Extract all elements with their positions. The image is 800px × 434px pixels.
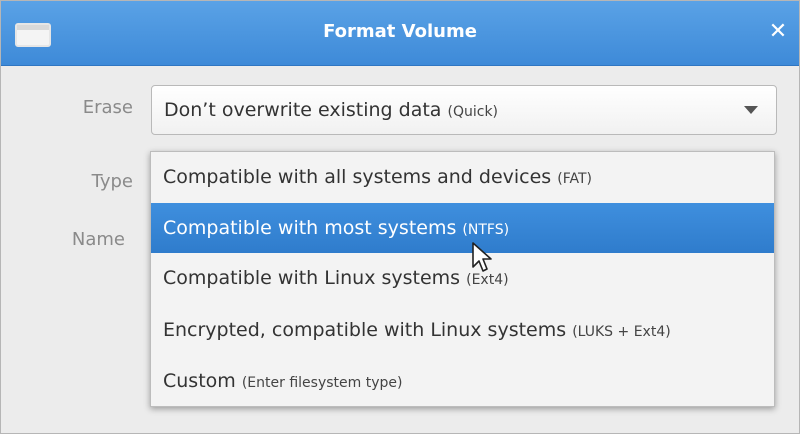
mouse-pointer-icon <box>472 242 492 272</box>
close-icon[interactable]: ✕ <box>765 19 791 45</box>
name-label: Name <box>71 229 125 250</box>
erase-label: Erase <box>82 97 133 118</box>
type-option-custom[interactable]: Custom (Enter filesystem type) <box>151 356 774 406</box>
chevron-down-icon[interactable] <box>744 106 758 114</box>
option-detail: (FAT) <box>557 171 592 187</box>
option-detail: (LUKS + Ext4) <box>572 324 671 340</box>
option-label: Compatible with most systems <box>163 217 463 239</box>
option-label: Compatible with Linux systems <box>163 267 467 289</box>
erase-select-main: Don’t overwrite existing data <box>164 99 448 121</box>
type-dropdown-menu: Compatible with all systems and devices … <box>150 151 775 407</box>
option-label: Compatible with all systems and devices <box>163 166 558 188</box>
option-detail: (NTFS) <box>462 222 510 238</box>
option-label: Encrypted, compatible with Linux systems <box>163 319 573 341</box>
type-option-luks[interactable]: Encrypted, compatible with Linux systems… <box>151 305 774 355</box>
erase-select[interactable]: Don’t overwrite existing data (Quick) <box>151 85 777 135</box>
erase-select-detail: (Quick) <box>447 104 499 120</box>
type-option-ntfs[interactable]: Compatible with most systems (NTFS) <box>151 203 774 253</box>
window-title: Format Volume <box>323 21 477 42</box>
type-option-ext4[interactable]: Compatible with Linux systems (Ext4) <box>151 253 774 303</box>
type-label: Type <box>91 171 133 192</box>
option-detail: (Enter filesystem type) <box>241 375 403 391</box>
format-volume-dialog: Format Volume ✕ Erase Type Name Don’t ov… <box>0 0 800 434</box>
erase-select-value: Don’t overwrite existing data (Quick) <box>164 99 498 121</box>
title-bar[interactable]: Format Volume ✕ <box>1 1 799 66</box>
type-option-fat[interactable]: Compatible with all systems and devices … <box>151 152 774 202</box>
option-label: Custom <box>163 370 242 392</box>
